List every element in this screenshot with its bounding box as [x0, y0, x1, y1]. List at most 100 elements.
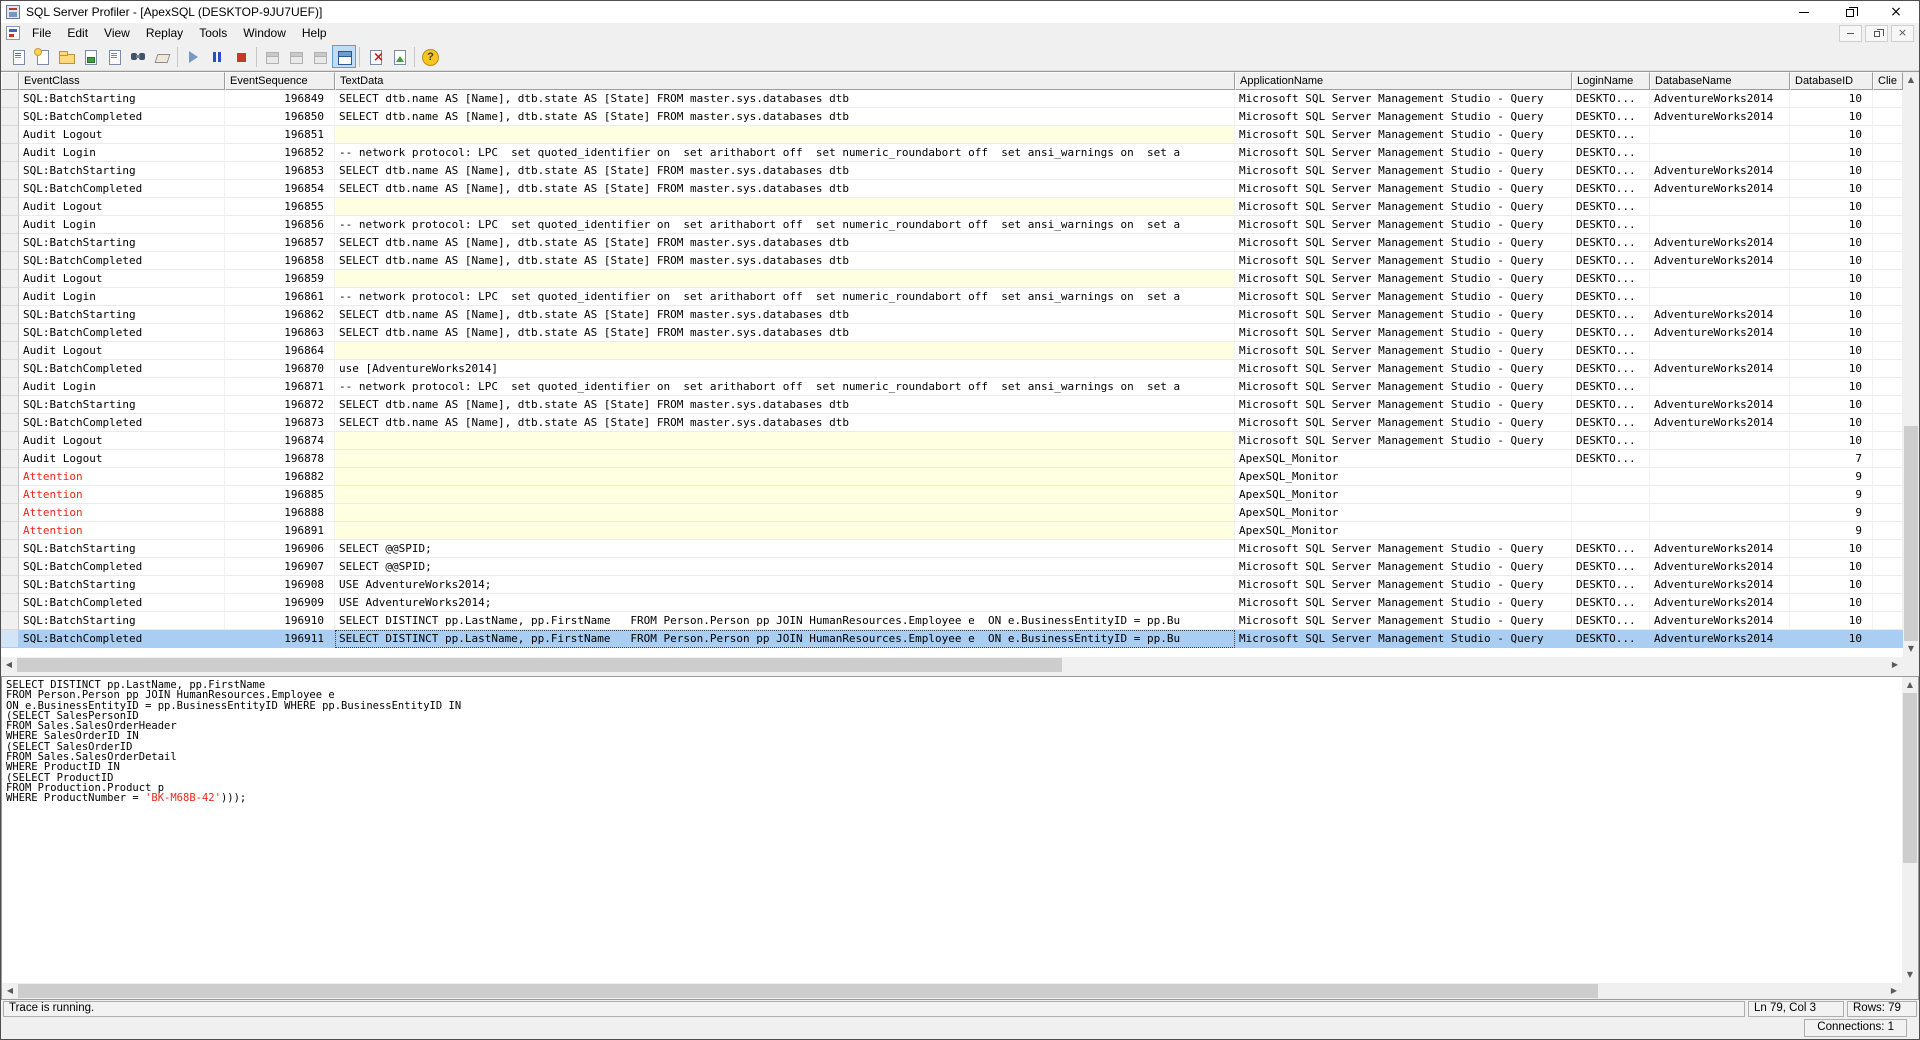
cell-num: 10: [1790, 324, 1873, 342]
cell-cell-text: SELECT @@SPID;: [335, 558, 1235, 576]
table-row[interactable]: SQL:BatchStarting 196906 SELECT @@SPID; Mic…: [1, 540, 1903, 558]
table-row[interactable]: Attention 196891 ApexSQL_Monitor 9: [1, 522, 1903, 540]
cell-cell-db: [1650, 486, 1790, 504]
find-button[interactable]: [126, 45, 150, 68]
detail-vscroll-thumb[interactable]: [1903, 693, 1917, 863]
table-row[interactable]: SQL:BatchStarting 196853 SELECT dtb.name A…: [1, 162, 1903, 180]
scroll-right-icon[interactable]: ▶: [1886, 983, 1902, 999]
new-trace-button[interactable]: [6, 45, 30, 68]
mdi-close-button[interactable]: ×: [1891, 24, 1914, 42]
column-header-textdata[interactable]: TextData: [335, 72, 1235, 90]
eraser-button[interactable]: [150, 45, 174, 68]
window-3-button[interactable]: [308, 45, 332, 68]
restore-button[interactable]: [1827, 1, 1873, 23]
column-header-databaseid[interactable]: DatabaseID: [1790, 72, 1873, 90]
cell-cell-app: Microsoft SQL Server Management Studio -…: [1235, 252, 1572, 270]
table-row[interactable]: SQL:BatchCompleted 196870 use [AdventureWo…: [1, 360, 1903, 378]
cell-cell-event: SQL:BatchCompleted: [19, 594, 225, 612]
table-row[interactable]: Attention 196885 ApexSQL_Monitor 9: [1, 486, 1903, 504]
column-header-eventclass[interactable]: EventClass: [19, 72, 225, 90]
auto-scroll-button[interactable]: [332, 45, 356, 68]
save-trace-button[interactable]: [78, 45, 102, 68]
cell-cell-event: SQL:BatchStarting: [19, 90, 225, 108]
table-row[interactable]: SQL:BatchStarting 196872 SELECT dtb.name A…: [1, 396, 1903, 414]
scroll-down-icon[interactable]: ▼: [1903, 641, 1919, 657]
column-header-applicationname[interactable]: ApplicationName: [1235, 72, 1572, 90]
menu-item-view[interactable]: View: [96, 23, 138, 43]
cell-sel-gutter: [1, 630, 19, 648]
table-row[interactable]: SQL:BatchCompleted 196854 SELECT dtb.name …: [1, 180, 1903, 198]
open-trace-button[interactable]: [54, 45, 78, 68]
table-row[interactable]: SQL:BatchStarting 196849 SELECT dtb.name A…: [1, 90, 1903, 108]
table-row[interactable]: Audit Logout 196859 Microsoft SQL Server M…: [1, 270, 1903, 288]
window-2-button[interactable]: [284, 45, 308, 68]
table-row[interactable]: SQL:BatchCompleted 196911 SELECT DISTINCT …: [1, 630, 1903, 648]
text-detail-pane[interactable]: SELECT DISTINCT pp.LastName, pp.FirstNam…: [1, 676, 1919, 1000]
grid-vscroll-thumb[interactable]: [1904, 426, 1918, 642]
grid-vertical-scrollbar[interactable]: ▲ ▼: [1903, 72, 1919, 657]
column-header-databasename[interactable]: DatabaseName: [1650, 72, 1790, 90]
table-row[interactable]: SQL:BatchCompleted 196907 SELECT @@SPID; Mi…: [1, 558, 1903, 576]
column-header-clie[interactable]: Clie: [1873, 72, 1903, 90]
table-row[interactable]: SQL:BatchCompleted 196909 USE AdventureWor…: [1, 594, 1903, 612]
pause-button[interactable]: [205, 45, 229, 68]
table-row[interactable]: SQL:BatchCompleted 196863 SELECT dtb.name …: [1, 324, 1903, 342]
close-button[interactable]: ×: [1873, 1, 1919, 23]
window-1-button[interactable]: [260, 45, 284, 68]
help-button[interactable]: [418, 45, 442, 68]
table-row[interactable]: SQL:BatchCompleted 196858 SELECT dtb.name …: [1, 252, 1903, 270]
menu-item-edit[interactable]: Edit: [59, 23, 96, 43]
grid-hscroll-thumb[interactable]: [17, 658, 1062, 672]
new-template-button[interactable]: [30, 45, 54, 68]
mdi-minimize-button[interactable]: [1839, 24, 1862, 42]
table-row[interactable]: Audit Logout 196874 Microsoft SQL Server M…: [1, 432, 1903, 450]
table-row[interactable]: Audit Login 196861 -- network protocol: LP…: [1, 288, 1903, 306]
scroll-up-icon[interactable]: ▲: [1902, 677, 1918, 693]
table-row[interactable]: Audit Logout 196864 Microsoft SQL Server M…: [1, 342, 1903, 360]
column-header-loginname[interactable]: LoginName: [1572, 72, 1650, 90]
scroll-down-icon[interactable]: ▼: [1902, 967, 1918, 983]
table-row[interactable]: Attention 196888 ApexSQL_Monitor 9: [1, 504, 1903, 522]
table-row[interactable]: Audit Login 196856 -- network protocol: LP…: [1, 216, 1903, 234]
detail-hscroll-thumb[interactable]: [18, 984, 1598, 998]
cell-cell-app: Microsoft SQL Server Management Studio -…: [1235, 108, 1572, 126]
table-row[interactable]: Audit Logout 196878 ApexSQL_Monitor DESKTO.…: [1, 450, 1903, 468]
clear-x-button[interactable]: [363, 45, 387, 68]
table-row[interactable]: SQL:BatchStarting 196862 SELECT dtb.name A…: [1, 306, 1903, 324]
menu-item-replay[interactable]: Replay: [138, 23, 191, 43]
cell-cell-event: Audit Logout: [19, 126, 225, 144]
table-row[interactable]: Audit Logout 196851 Microsoft SQL Server M…: [1, 126, 1903, 144]
table-row[interactable]: SQL:BatchStarting 196857 SELECT dtb.name A…: [1, 234, 1903, 252]
menu-item-help[interactable]: Help: [294, 23, 335, 43]
detail-vertical-scrollbar[interactable]: ▲ ▼: [1902, 677, 1918, 983]
table-row[interactable]: Attention 196882 ApexSQL_Monitor 9: [1, 468, 1903, 486]
play-button[interactable]: [181, 45, 205, 68]
trace-properties-icon: [106, 49, 122, 65]
table-row[interactable]: Audit Login 196852 -- network protocol: LP…: [1, 144, 1903, 162]
menu-item-tools[interactable]: Tools: [191, 23, 235, 43]
table-row[interactable]: SQL:BatchCompleted 196850 SELECT dtb.name …: [1, 108, 1903, 126]
cell-num: 196864: [225, 342, 335, 360]
column-header-eventsequence[interactable]: EventSequence: [225, 72, 335, 90]
detail-horizontal-scrollbar[interactable]: ◀ ▶: [2, 983, 1902, 999]
table-row[interactable]: SQL:BatchCompleted 196873 SELECT dtb.name …: [1, 414, 1903, 432]
table-row[interactable]: SQL:BatchStarting 196908 USE AdventureWork…: [1, 576, 1903, 594]
trace-properties-button[interactable]: [102, 45, 126, 68]
scroll-right-icon[interactable]: ▶: [1887, 657, 1903, 673]
scroll-left-icon[interactable]: ◀: [2, 983, 18, 999]
menu-item-window[interactable]: Window: [235, 23, 294, 43]
pause-icon: [209, 49, 225, 65]
mdi-restore-button[interactable]: [1865, 24, 1888, 42]
eraser-icon: [154, 49, 170, 65]
stop-button[interactable]: [229, 45, 253, 68]
scroll-up-icon[interactable]: ▲: [1903, 72, 1919, 88]
scroll-left-icon[interactable]: ◀: [1, 657, 17, 673]
grid-horizontal-scrollbar[interactable]: ◀ ▶: [1, 657, 1903, 673]
table-row[interactable]: Audit Logout 196855 Microsoft SQL Server M…: [1, 198, 1903, 216]
table-row[interactable]: Audit Login 196871 -- network protocol: LP…: [1, 378, 1903, 396]
cell-cell-clie: [1873, 486, 1903, 504]
chart-button[interactable]: [387, 45, 411, 68]
menu-item-file[interactable]: File: [24, 23, 59, 43]
minimize-button[interactable]: [1781, 1, 1827, 23]
table-row[interactable]: SQL:BatchStarting 196910 SELECT DISTINCT p…: [1, 612, 1903, 630]
